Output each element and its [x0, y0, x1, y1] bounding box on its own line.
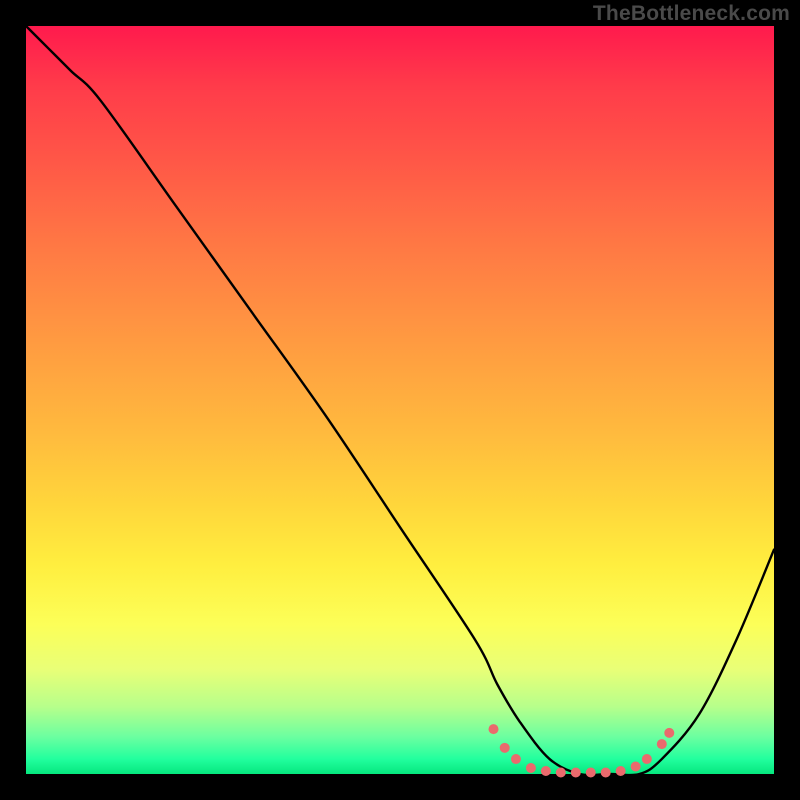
- plateau-dot: [601, 768, 611, 778]
- plateau-dot: [631, 762, 641, 772]
- plateau-dot: [556, 768, 566, 778]
- bottleneck-curve: [26, 26, 774, 775]
- plateau-dot: [616, 766, 626, 776]
- chart-frame: TheBottleneck.com: [0, 0, 800, 800]
- plateau-dot: [541, 766, 551, 776]
- plateau-dot: [511, 754, 521, 764]
- plateau-dot: [500, 743, 510, 753]
- chart-svg: [26, 26, 774, 774]
- plateau-dot: [642, 754, 652, 764]
- plateau-dot: [571, 768, 581, 778]
- plateau-dot: [657, 739, 667, 749]
- watermark-text: TheBottleneck.com: [593, 2, 790, 26]
- plateau-dot: [526, 763, 536, 773]
- plateau-dot: [664, 728, 674, 738]
- plot-area: [26, 26, 774, 774]
- plateau-dot: [489, 724, 499, 734]
- minimum-plateau-dots: [489, 724, 675, 777]
- plateau-dot: [586, 768, 596, 778]
